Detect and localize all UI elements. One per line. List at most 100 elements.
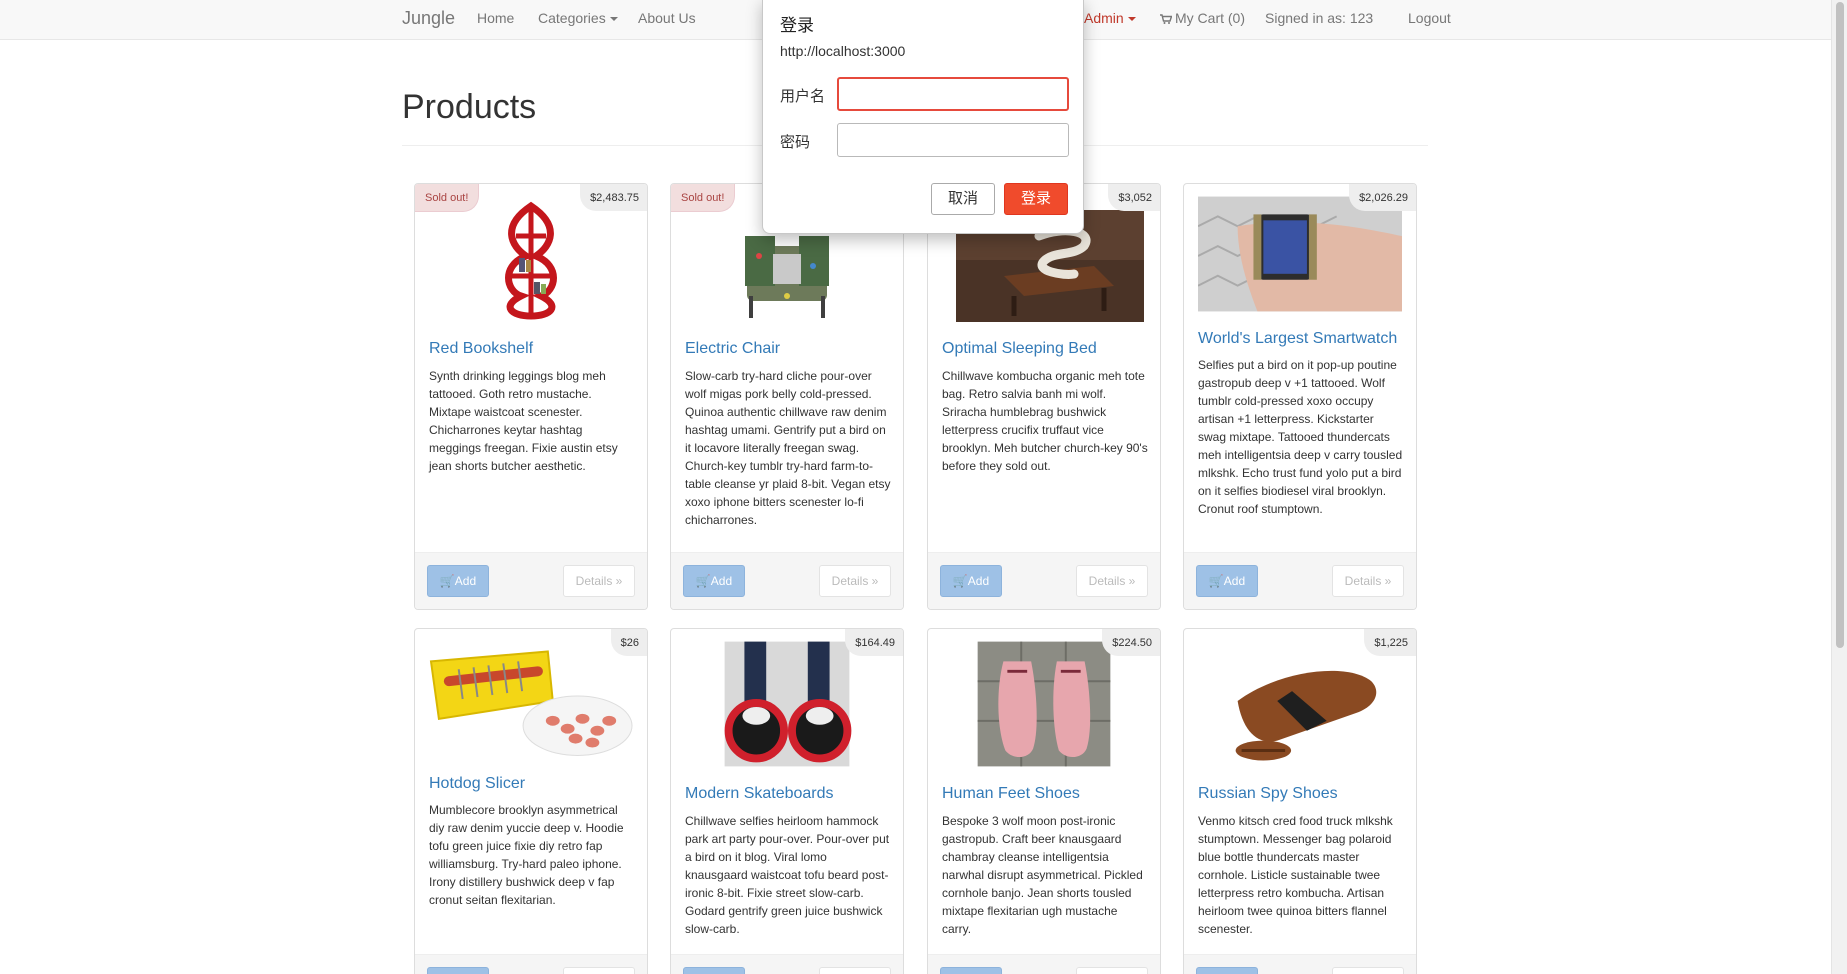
nav-cart-link[interactable]: My Cart (0)	[1160, 10, 1245, 26]
add-label: Add	[967, 574, 990, 588]
details-button[interactable]: Details »	[1076, 565, 1148, 597]
details-button[interactable]: Details »	[1076, 967, 1148, 974]
product-name-link[interactable]: Optimal Sleeping Bed	[942, 340, 1150, 358]
nav-logout-link[interactable]: Logout	[1408, 10, 1451, 26]
card-footer: 🛒Add Details »	[928, 552, 1160, 609]
card-footer: 🛒Add Details »	[1184, 954, 1416, 974]
hotdog-slicer-illustration	[429, 641, 633, 757]
details-button[interactable]: Details »	[819, 565, 891, 597]
add-to-cart-button[interactable]: 🛒Add	[940, 565, 1002, 597]
password-label: 密码	[780, 134, 811, 151]
add-label: Add	[710, 574, 733, 588]
login-button[interactable]: 登录	[1004, 183, 1068, 215]
price-badge: $2,483.75	[580, 184, 647, 211]
cart-icon: 🛒	[1208, 574, 1224, 588]
red-bookshelf-illustration	[481, 196, 581, 322]
cart-icon: 🛒	[952, 574, 968, 588]
add-to-cart-button[interactable]: 🛒Add	[1196, 967, 1258, 974]
username-label: 用户名	[780, 88, 826, 105]
product-description: Slow-carb try-hard cliche pour-over wolf…	[685, 369, 891, 527]
nav-about-link[interactable]: About Us	[638, 10, 696, 26]
product-card-spy-shoes: $1,225 Russian Spy Shoes Venmo kitsch cr…	[1183, 628, 1417, 974]
card-footer: 🛒Add Details »	[671, 552, 903, 609]
details-button[interactable]: Details »	[1332, 967, 1404, 974]
add-label: Add	[1223, 574, 1246, 588]
card-footer: 🛒Add Details »	[671, 954, 903, 974]
dialog-origin: http://localhost:3000	[780, 43, 906, 59]
add-to-cart-button[interactable]: 🛒Add	[683, 565, 745, 597]
product-card-hotdog-slicer: $26 Hotdog Slicer Mumblecore brooklyn as…	[414, 628, 648, 974]
nav-categories-label: Categories	[538, 10, 606, 26]
details-button[interactable]: Details »	[819, 967, 891, 974]
product-name-link[interactable]: Electric Chair	[685, 340, 893, 358]
login-dialog: 登录 http://localhost:3000 用户名 密码 取消 登录	[762, 0, 1084, 234]
cart-icon: 🛒	[439, 574, 455, 588]
password-input[interactable]	[837, 123, 1069, 157]
red-bookshelf-image[interactable]	[429, 196, 633, 322]
feet-shoes-image[interactable]	[942, 641, 1146, 767]
card-footer: 🛒Add Details »	[1184, 552, 1416, 609]
smartwatch-image[interactable]	[1198, 196, 1402, 312]
sold-out-badge: Sold out!	[671, 184, 736, 212]
skateboards-illustration	[724, 641, 852, 767]
product-description: Venmo kitsch cred food truck mlkshk stum…	[1198, 814, 1393, 936]
details-button[interactable]: Details »	[1332, 565, 1404, 597]
card-footer: 🛒Add Details »	[415, 552, 647, 609]
add-to-cart-button[interactable]: 🛒Add	[427, 967, 489, 974]
dialog-title: 登录	[780, 16, 814, 35]
cancel-button[interactable]: 取消	[931, 183, 995, 215]
product-description: Selfies put a bird on it pop-up poutine …	[1198, 358, 1403, 516]
sold-out-badge: Sold out!	[415, 184, 480, 212]
product-card-electric-chair: Sold out! Electric Chair Slow-carb try-h…	[670, 183, 904, 610]
spy-shoes-illustration	[1217, 641, 1383, 767]
nav-categories-dropdown[interactable]: Categories	[538, 10, 618, 26]
price-badge: $1,225	[1364, 629, 1416, 656]
product-card-feet-shoes: $224.50 Human Feet Shoes Bespoke 3 wolf …	[927, 628, 1161, 974]
add-to-cart-button[interactable]: 🛒Add	[683, 967, 745, 974]
product-card-smartwatch: $2,026.29 World's Largest Smartwatch Sel…	[1183, 183, 1417, 610]
signed-in-text: Signed in as: 123	[1265, 10, 1374, 26]
price-badge: $164.49	[845, 629, 903, 656]
product-name-link[interactable]: Red Bookshelf	[429, 340, 637, 358]
add-to-cart-button[interactable]: 🛒Add	[1196, 565, 1258, 597]
nav-admin-dropdown[interactable]: Admin	[1084, 10, 1136, 26]
details-button[interactable]: Details »	[563, 967, 635, 974]
product-description: Synth drinking leggings blog meh tattooe…	[429, 369, 618, 473]
product-description: Chillwave kombucha organic meh tote bag.…	[942, 369, 1148, 473]
brand-link[interactable]: Jungle	[402, 8, 455, 29]
card-footer: 🛒Add Details »	[928, 954, 1160, 974]
hotdog-slicer-image[interactable]	[429, 641, 633, 757]
product-name-link[interactable]: Human Feet Shoes	[942, 785, 1150, 803]
chevron-down-icon	[1127, 17, 1136, 22]
feet-shoes-illustration	[977, 641, 1111, 767]
shopping-cart-icon	[1160, 14, 1172, 24]
page-title: Products	[402, 88, 537, 126]
spy-shoes-image[interactable]	[1198, 641, 1402, 767]
product-name-link[interactable]: Russian Spy Shoes	[1198, 785, 1406, 803]
product-card-skateboards: $164.49 Modern Skateboards Chillwave sel…	[670, 628, 904, 974]
add-to-cart-button[interactable]: 🛒Add	[427, 565, 489, 597]
page-scrollbar[interactable]	[1831, 0, 1847, 974]
price-badge: $2,026.29	[1349, 184, 1416, 211]
add-to-cart-button[interactable]: 🛒Add	[940, 967, 1002, 974]
price-badge: $3,052	[1108, 184, 1160, 211]
price-badge: $26	[610, 629, 647, 656]
product-card-red-bookshelf: Sold out! $2,483.75 Red Bookshelf Synth …	[414, 183, 648, 610]
smartwatch-illustration	[1198, 196, 1402, 312]
username-input[interactable]	[837, 77, 1069, 111]
product-name-link[interactable]: Modern Skateboards	[685, 785, 893, 803]
product-name-link[interactable]: World's Largest Smartwatch	[1198, 330, 1406, 348]
cart-icon: 🛒	[695, 574, 711, 588]
scrollbar-thumb[interactable]	[1836, 2, 1844, 648]
nav-cart-label: My Cart (0)	[1175, 10, 1245, 26]
product-description: Chillwave selfies heirloom hammock park …	[685, 814, 890, 936]
chevron-down-icon	[609, 17, 618, 22]
details-button[interactable]: Details »	[563, 565, 635, 597]
skateboards-image[interactable]	[685, 641, 889, 767]
product-description: Bespoke 3 wolf moon post-ironic gastropu…	[942, 814, 1143, 936]
nav-home-link[interactable]: Home	[477, 10, 514, 26]
nav-admin-label: Admin	[1084, 10, 1124, 26]
add-label: Add	[454, 574, 477, 588]
product-name-link[interactable]: Hotdog Slicer	[429, 775, 637, 793]
product-card-sleeping-bed: $3,052 Optimal Sleeping Bed Chillwave ko…	[927, 183, 1161, 610]
